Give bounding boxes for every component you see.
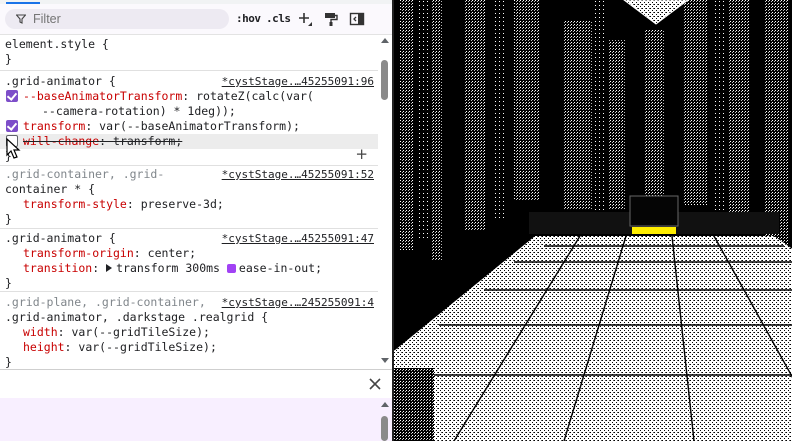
drawer-header bbox=[0, 369, 392, 398]
rule-close-brace: } bbox=[5, 212, 12, 226]
rule-divider bbox=[0, 291, 378, 292]
rule-divider bbox=[0, 70, 378, 71]
easing-swatch-icon[interactable] bbox=[226, 264, 236, 273]
plus-icon[interactable] bbox=[297, 11, 313, 27]
disabled-property-name[interactable]: will-change bbox=[23, 134, 99, 148]
rule-selector-continued[interactable]: .grid-animator, .darkstage .realgrid { bbox=[5, 310, 268, 324]
grid-animator-transition-rule: .grid-animator { *cystStage.…45255091:47… bbox=[5, 231, 374, 290]
rule-selector-continued[interactable]: container * { bbox=[5, 182, 95, 196]
devtools-panel: :hov .cls element.style { } .grid-animat… bbox=[0, 0, 392, 441]
filter-input[interactable] bbox=[33, 11, 223, 27]
property-name[interactable]: transition bbox=[23, 261, 92, 275]
disabled-property-value[interactable]: transform; bbox=[113, 134, 182, 148]
toggle-sidebar-icon[interactable] bbox=[349, 11, 365, 27]
property-name[interactable]: width bbox=[23, 325, 58, 339]
rule-close-brace: } bbox=[5, 52, 12, 66]
property-name[interactable]: height bbox=[23, 340, 65, 354]
dithered-corridor-image bbox=[394, 0, 792, 441]
property-value[interactable]: transform 300ms bbox=[116, 261, 220, 275]
class-toggle[interactable]: .cls bbox=[266, 12, 291, 25]
property-name[interactable]: transform-origin bbox=[23, 246, 134, 260]
grid-plane-rule: .grid-plane, .grid-container, *cystStage… bbox=[5, 295, 374, 369]
source-link[interactable]: *cystStage.…45255091:52 bbox=[222, 167, 374, 182]
drawer-scroll-up-icon[interactable] bbox=[381, 402, 389, 407]
property-value-continued[interactable]: --camera-rotation) * 1deg)); bbox=[42, 104, 236, 118]
rule-close-brace: } bbox=[5, 355, 12, 369]
grid-animator-rule: .grid-animator { *cystStage.…45255091:96… bbox=[0, 74, 378, 164]
rule-divider bbox=[0, 165, 378, 166]
add-declaration-icon[interactable]: + bbox=[355, 147, 368, 162]
rule-selector[interactable]: .grid-animator { bbox=[5, 74, 116, 88]
property-value[interactable]: rotateZ(calc(var( bbox=[196, 89, 314, 103]
property-name[interactable]: --baseAnimatorTransform bbox=[23, 89, 182, 103]
rule-close-brace: } bbox=[5, 276, 12, 290]
hover-state-toggle[interactable]: :hov bbox=[236, 12, 261, 25]
declaration-checkbox[interactable] bbox=[6, 90, 18, 102]
rendered-3d-scene bbox=[392, 0, 792, 441]
property-value[interactable]: var(--baseAnimatorTransform); bbox=[99, 119, 300, 133]
property-value[interactable]: center; bbox=[148, 246, 196, 260]
scroll-up-arrow-icon[interactable] bbox=[381, 38, 389, 43]
source-link[interactable]: *cystStage.…45255091:47 bbox=[222, 231, 374, 246]
rule-selector: element.style { bbox=[5, 37, 109, 51]
drawer-panel bbox=[0, 398, 392, 441]
scroll-down-arrow-icon[interactable] bbox=[381, 358, 389, 363]
filter-box[interactable] bbox=[5, 9, 229, 29]
easing-value[interactable]: ease-in-out; bbox=[239, 261, 322, 275]
source-link[interactable]: *cystStage.…245255091:4 bbox=[222, 295, 374, 310]
property-name[interactable]: transform-style bbox=[23, 197, 127, 211]
element-style-rule: element.style { } bbox=[0, 37, 378, 67]
drawer-scrollbar-thumb[interactable] bbox=[381, 416, 388, 441]
rule-selector[interactable]: .grid-plane, .grid-container, bbox=[5, 295, 206, 309]
property-value[interactable]: var(--gridTileSize); bbox=[71, 325, 209, 339]
rule-selector[interactable]: .grid-animator { bbox=[5, 231, 116, 245]
property-value[interactable]: preserve-3d; bbox=[141, 197, 224, 211]
grid-container-rule: .grid-container, .grid- *cystStage.…4525… bbox=[5, 167, 374, 226]
rule-selector[interactable]: .grid-container, .grid- bbox=[5, 167, 164, 181]
styles-toolbar: :hov .cls bbox=[0, 4, 392, 35]
property-name[interactable]: transform bbox=[23, 119, 85, 133]
source-link[interactable]: *cystStage.…45255091:96 bbox=[222, 74, 374, 89]
styles-pane: element.style { } .grid-animator { *cyst… bbox=[0, 35, 378, 369]
filter-icon bbox=[16, 14, 26, 24]
mouse-cursor-icon bbox=[6, 138, 21, 159]
close-icon[interactable] bbox=[368, 377, 382, 391]
paint-roller-icon[interactable] bbox=[323, 11, 339, 27]
declaration-checkbox[interactable] bbox=[6, 120, 18, 132]
property-value[interactable]: var(--gridTileSize); bbox=[78, 340, 216, 354]
rule-divider bbox=[0, 228, 378, 229]
styles-scrollbar-thumb[interactable] bbox=[381, 60, 388, 100]
expand-triangle-icon[interactable] bbox=[106, 264, 113, 272]
